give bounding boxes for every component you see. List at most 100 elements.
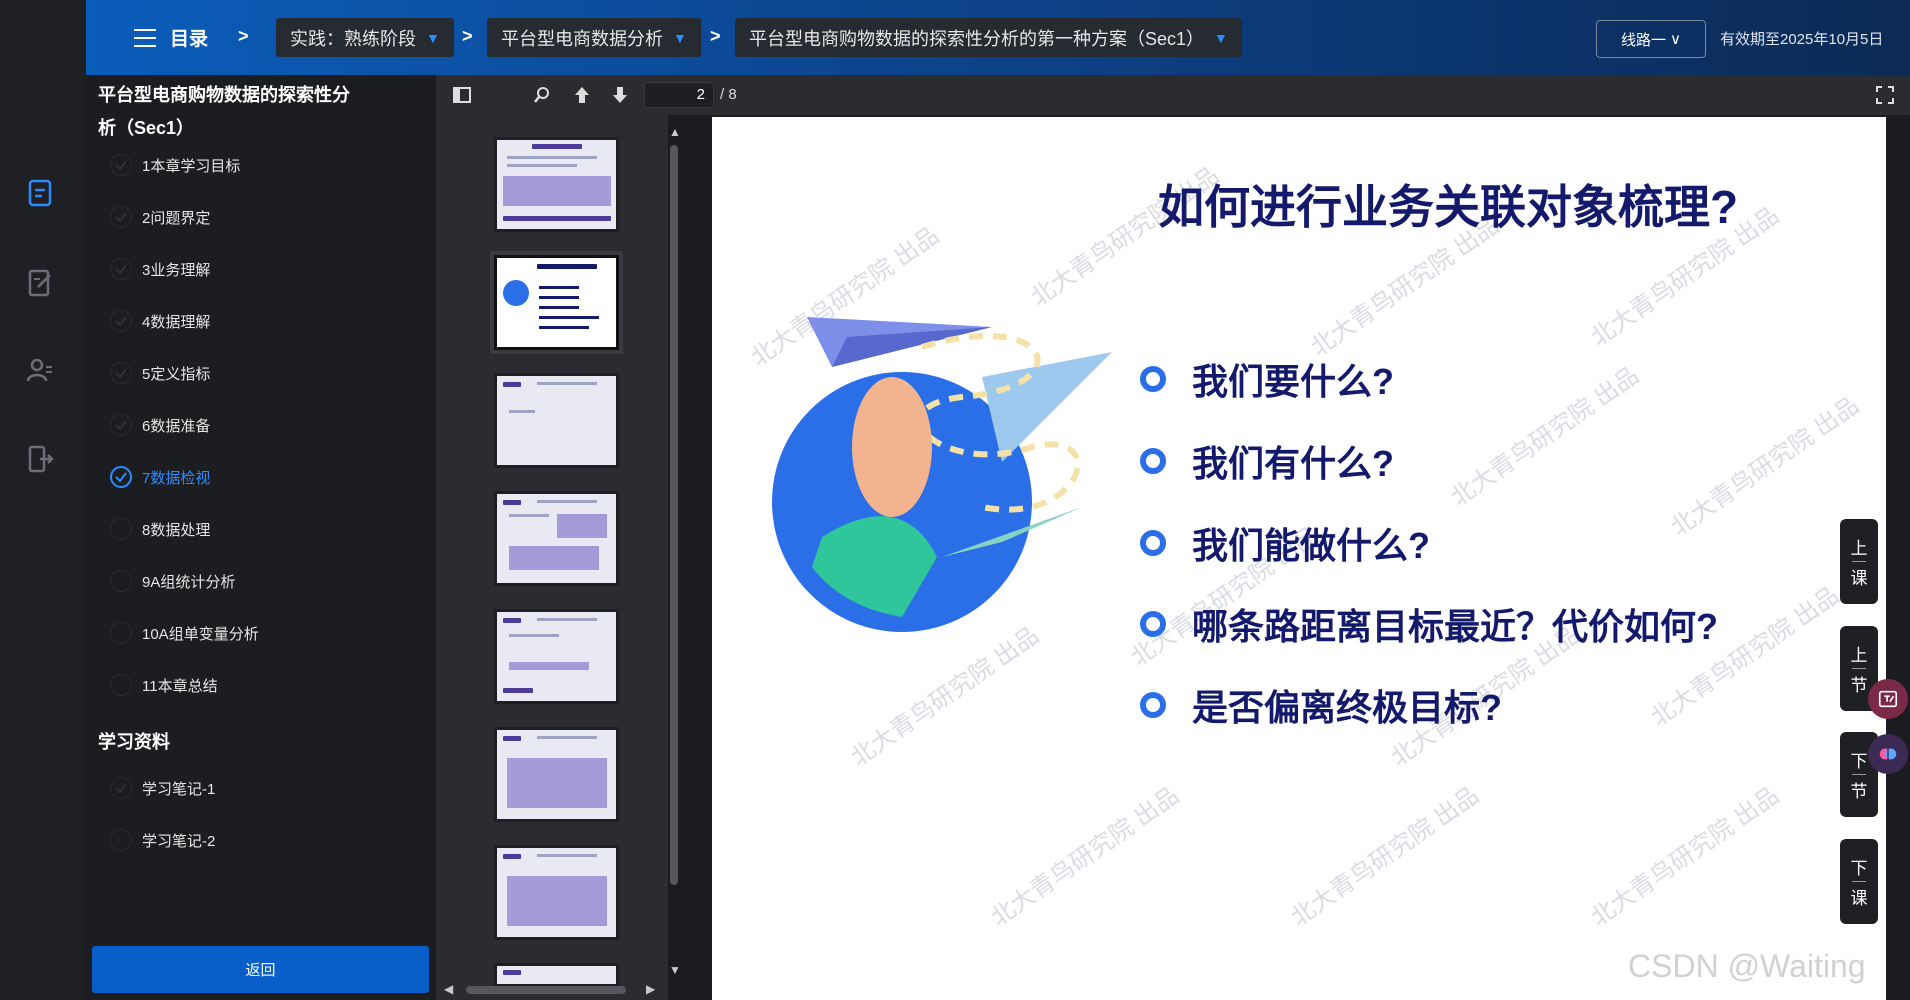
slide-bullet: 我们有什么? [1140, 435, 1394, 487]
lesson-item[interactable]: 6数据准备 [110, 414, 210, 436]
page-thumbnail[interactable] [494, 373, 619, 468]
lesson-label: 5定义指标 [142, 365, 211, 383]
prev-lesson-button[interactable]: 上 课 [1840, 519, 1878, 604]
slide-bullet: 我们要什么? [1140, 353, 1394, 405]
material-item[interactable]: 学习笔记-1 [110, 777, 215, 799]
watermark: 北大青鸟研究院 出品 [1286, 782, 1485, 932]
breadcrumb-stage[interactable]: 实践：熟练阶段 ▼ [276, 18, 454, 57]
lesson-item[interactable]: 3业务理解 [110, 258, 210, 280]
lesson-item[interactable]: 9A组统计分析 [110, 570, 235, 592]
validity-text: 有效期至2025年10月5日 [1720, 31, 1884, 48]
course-sidebar: 平台型电商购物数据的探索性分析（Sec1） 1本章学习目标 2问题界定 3业务理… [86, 75, 436, 1000]
page-thumbnail[interactable] [494, 609, 619, 704]
breadcrumb-course-label: 平台型电商数据分析 [501, 28, 663, 49]
page-thumbnail[interactable] [494, 845, 619, 940]
thumbnail-scrollbar[interactable] [670, 145, 678, 885]
check-icon [110, 674, 132, 696]
route-select[interactable]: 线路一 ∨ [1596, 20, 1706, 58]
search-icon[interactable] [530, 83, 554, 107]
next-lesson-button[interactable]: 下 课 [1840, 839, 1878, 924]
lesson-item[interactable]: 5定义指标 [110, 362, 210, 384]
lesson-item[interactable]: 10A组单变量分析 [110, 622, 259, 644]
scroll-left-icon[interactable]: ◀ [444, 982, 453, 996]
scroll-up-icon[interactable]: ▲ [669, 125, 681, 139]
page-thumbnail[interactable] [494, 137, 619, 232]
watermark: 北大青鸟研究院 出品 [986, 782, 1185, 932]
lesson-label: 7数据检视 [142, 469, 211, 487]
breadcrumb-separator: > [462, 26, 473, 46]
chevron-down-icon: ∨ [1670, 31, 1681, 48]
bullet-text: 我们能做什么? [1192, 525, 1430, 566]
check-icon [110, 310, 132, 332]
lesson-item[interactable]: 8数据处理 [110, 518, 210, 540]
top-bar: 目录 > 实践：熟练阶段 ▼ > 平台型电商数据分析 ▼ > 平台型电商购物数据… [86, 0, 1910, 75]
check-icon [110, 154, 132, 176]
page-total: / 8 [720, 86, 737, 103]
material-item[interactable]: 学习笔记-2 [110, 829, 215, 851]
lesson-item[interactable]: 1本章学习目标 [110, 154, 240, 176]
page-number-input[interactable]: 2 [644, 82, 714, 108]
course-title: 平台型电商购物数据的探索性分析（Sec1） [98, 85, 350, 138]
breadcrumb-chapter[interactable]: 平台型电商购物数据的探索性分析的第一种方案（Sec1） ▼ [735, 18, 1242, 57]
sidebar-toggle-icon[interactable] [450, 83, 474, 107]
lesson-item[interactable]: 4数据理解 [110, 310, 210, 332]
watermark: 北大青鸟研究院 出品 [846, 622, 1045, 772]
material-label: 学习笔记-2 [142, 832, 216, 850]
bullet-text: 我们要什么? [1192, 361, 1394, 402]
bullet-text: 我们有什么? [1192, 443, 1394, 484]
return-button[interactable]: 返回 [92, 946, 429, 993]
bullet-ring-icon [1140, 366, 1166, 392]
check-icon [110, 362, 132, 384]
exit-icon[interactable] [24, 443, 56, 475]
next-section-char-1: 下 [1850, 752, 1868, 771]
catalog-button[interactable]: 目录 [134, 24, 208, 51]
thumbnail-hscrollbar[interactable] [466, 986, 626, 994]
check-icon [110, 570, 132, 592]
lesson-label: 6数据准备 [142, 417, 211, 435]
slide-bullet: 哪条路距离目标最近？代价如何? [1140, 598, 1718, 650]
course-icon[interactable] [24, 177, 56, 209]
page-thumbnail[interactable] [494, 963, 619, 987]
lesson-label: 11本章总结 [142, 677, 218, 695]
menu-icon [134, 28, 156, 47]
check-icon [110, 258, 132, 280]
check-icon [110, 206, 132, 228]
watermark: 北大青鸟研究院 出品 [1586, 782, 1785, 932]
paper-plane-illustration [752, 307, 1132, 637]
prev-section-char-1: 上 [1850, 646, 1868, 665]
next-lesson-char-2: 课 [1850, 889, 1868, 908]
arrow-up-icon[interactable] [570, 83, 594, 107]
ai-brain-icon[interactable] [1868, 734, 1908, 774]
breadcrumb-separator: > [710, 26, 721, 46]
page-thumbnail[interactable] [494, 491, 619, 586]
slide-bullet: 是否偏离终极目标? [1140, 679, 1502, 731]
lesson-item-active[interactable]: 7数据检视 [110, 466, 210, 488]
page-thumbnail-current[interactable] [494, 255, 619, 350]
notes-icon[interactable] [24, 267, 56, 299]
translate-icon[interactable] [1868, 679, 1908, 719]
thumbnail-panel [436, 75, 668, 1000]
lesson-label: 8数据处理 [142, 521, 211, 539]
page-thumbnail[interactable] [494, 727, 619, 822]
chevron-down-icon: ▼ [673, 29, 687, 46]
watermark: 北大青鸟研究院 出品 [1666, 392, 1865, 542]
breadcrumb-course[interactable]: 平台型电商数据分析 ▼ [487, 18, 701, 57]
lesson-label: 2问题界定 [142, 209, 211, 227]
lesson-label: 10A组单变量分析 [142, 625, 259, 643]
breadcrumb-chapter-label: 平台型电商购物数据的探索性分析的第一种方案（Sec1） [749, 28, 1205, 49]
bullet-ring-icon [1140, 448, 1166, 474]
scroll-down-icon[interactable]: ▼ [669, 963, 681, 977]
arrow-down-icon[interactable] [608, 83, 632, 107]
scroll-right-icon[interactable]: ▶ [646, 982, 655, 996]
csdn-watermark: CSDN @Waiting [1628, 948, 1866, 984]
chevron-down-icon: ▼ [1214, 29, 1228, 46]
lesson-label: 9A组统计分析 [142, 573, 236, 591]
icon-rail [0, 0, 86, 1000]
bullet-text: 是否偏离终极目标? [1192, 687, 1502, 728]
group-icon[interactable] [24, 355, 56, 387]
fullscreen-icon[interactable] [1875, 85, 1895, 105]
lesson-item[interactable]: 11本章总结 [110, 674, 218, 696]
catalog-label: 目录 [170, 29, 209, 50]
check-icon [110, 829, 132, 851]
lesson-item[interactable]: 2问题界定 [110, 206, 210, 228]
